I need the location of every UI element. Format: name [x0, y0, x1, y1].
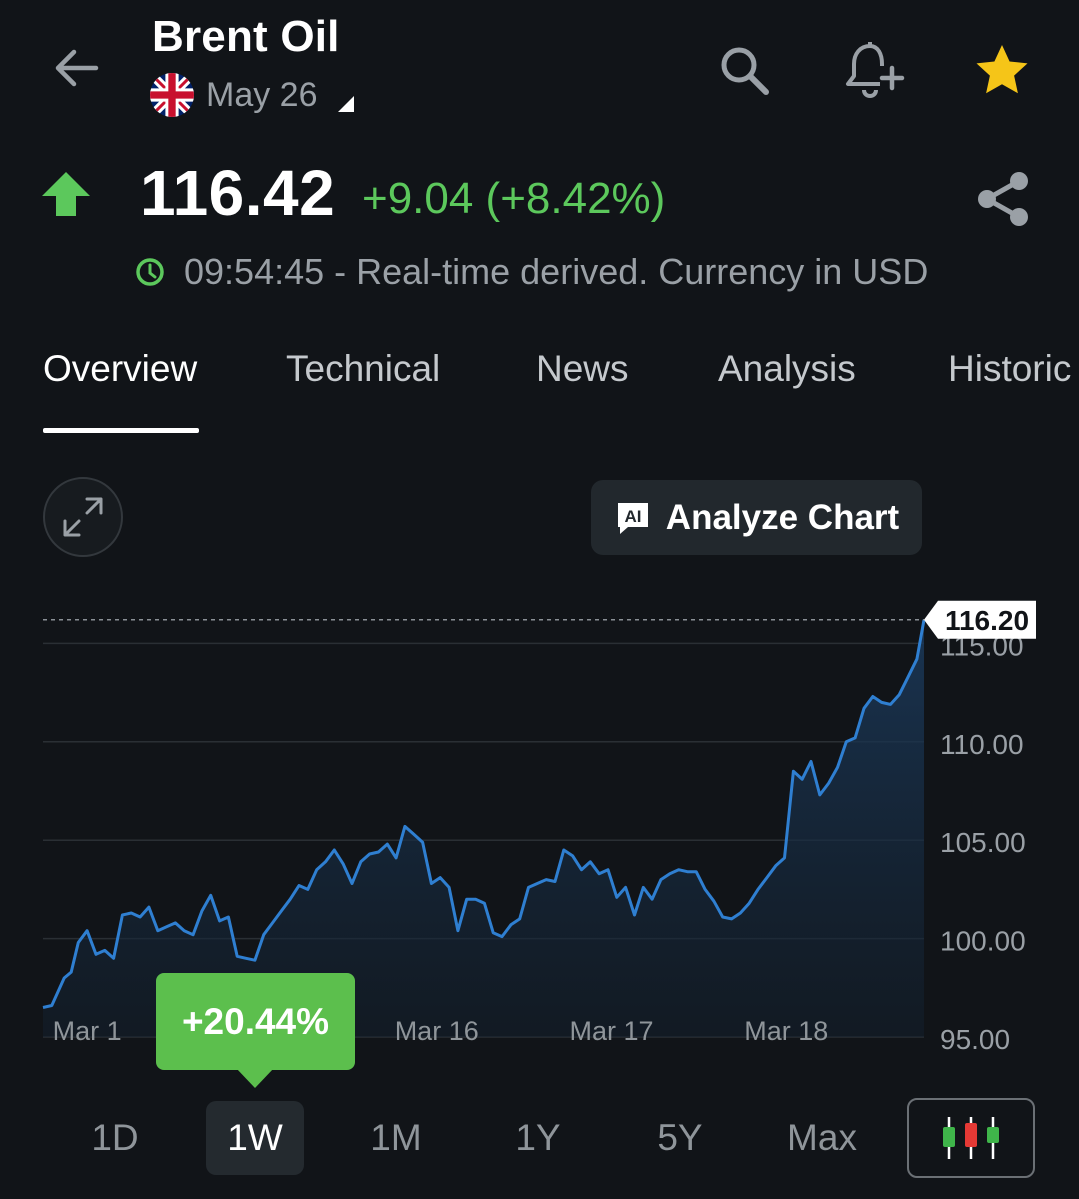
star-icon [976, 45, 1028, 94]
y-tick-label: 110.00 [940, 729, 1024, 760]
chart-type-button[interactable] [907, 1098, 1035, 1178]
last-price: 116.42 [140, 157, 336, 229]
tab-historic[interactable]: Historic [948, 348, 1071, 390]
analyze-chart-button[interactable]: AI Analyze Chart [591, 480, 922, 555]
period-5y[interactable]: 5Y [631, 1101, 729, 1175]
period-1m[interactable]: 1M [347, 1101, 445, 1175]
period-max[interactable]: Max [773, 1101, 871, 1175]
period-change-badge-pointer [236, 1068, 274, 1088]
tab-technical[interactable]: Technical [286, 348, 440, 390]
search-icon [721, 47, 769, 95]
period-1w[interactable]: 1W [206, 1101, 304, 1175]
price-change: +9.04 (+8.42%) [362, 174, 666, 223]
period-1d[interactable]: 1D [66, 1101, 164, 1175]
tab-news[interactable]: News [536, 348, 629, 390]
watchlist-star-button[interactable] [972, 40, 1032, 100]
x-tick-label: Mar 16 [395, 1016, 479, 1046]
up-arrow-icon [42, 172, 90, 216]
ai-icon: AI [617, 502, 648, 534]
contract-label: May 26 [206, 75, 318, 114]
contract-selector[interactable]: May 26 [150, 72, 354, 118]
expand-chart-button[interactable] [43, 477, 123, 557]
clock-icon [136, 258, 164, 286]
last-price-label: 116.20 [945, 605, 1029, 636]
x-tick-label: Mar 18 [744, 1016, 828, 1046]
share-button[interactable] [972, 168, 1034, 230]
x-tick-label: Mar 1 [53, 1016, 122, 1046]
active-tab-indicator [43, 428, 199, 433]
analyze-chart-label: Analyze Chart [665, 497, 900, 537]
back-arrow-icon [55, 49, 99, 87]
y-tick-label: 100.00 [940, 926, 1026, 957]
expand-icon [63, 497, 103, 537]
svg-text:AI: AI [624, 507, 641, 526]
back-button[interactable] [48, 40, 104, 96]
period-change-badge: +20.44% [156, 973, 355, 1070]
quote-timestamp: 09:54:45 - Real-time derived. Currency i… [184, 251, 929, 292]
app-header: Brent Oil May 26 [0, 0, 1079, 130]
x-tick-label: Mar 17 [569, 1016, 653, 1046]
search-button[interactable] [714, 40, 774, 100]
section-tabs: Overview Technical News Analysis Histori… [0, 340, 1079, 436]
period-1y[interactable]: 1Y [489, 1101, 587, 1175]
add-alert-icon [846, 42, 905, 99]
candlestick-icon [943, 1117, 999, 1159]
tab-overview[interactable]: Overview [43, 348, 197, 390]
quote-meta: 09:54:45 - Real-time derived. Currency i… [134, 250, 928, 294]
y-tick-label: 95.00 [940, 1024, 1010, 1055]
dropdown-triangle-icon [338, 96, 354, 112]
price-section: 116.42 +9.04 (+8.42%) [0, 150, 1079, 240]
tab-analysis[interactable]: Analysis [718, 348, 856, 390]
add-alert-button[interactable] [842, 40, 905, 100]
uk-flag-icon [150, 73, 194, 117]
share-icon [978, 172, 1028, 226]
instrument-title: Brent Oil [152, 12, 340, 61]
y-tick-label: 105.00 [940, 827, 1026, 858]
period-selector: 1D 1W 1M 1Y 5Y Max [0, 1098, 1079, 1180]
